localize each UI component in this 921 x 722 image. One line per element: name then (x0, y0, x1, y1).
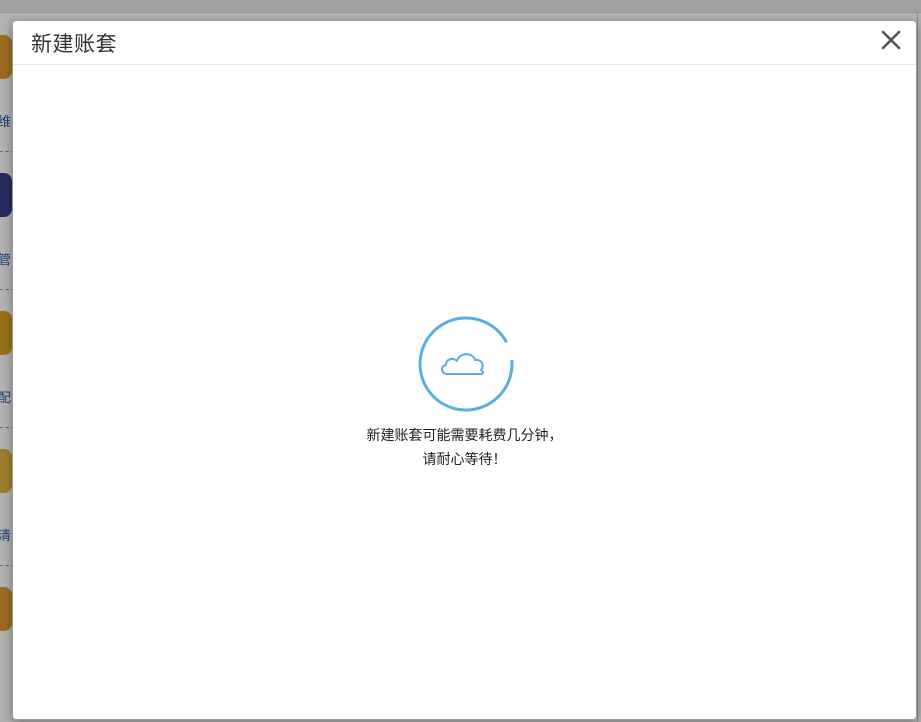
loading-message-line2: 请耐心等待！ (422, 452, 507, 468)
loading-message-line1: 新建账套可能需要耗费几分钟， (366, 428, 563, 444)
loading-area: 新建账套可能需要耗费几分钟， 请耐心等待！ (13, 65, 916, 719)
loading-message: 新建账套可能需要耗费几分钟， 请耐心等待！ (13, 424, 916, 472)
new-account-set-dialog: 新建账套 新建账套可能需要耗费几分钟， 请耐心等待！ (12, 20, 917, 720)
dialog-title: 新建账套 (31, 32, 117, 56)
cloud-icon (441, 353, 485, 375)
loading-spinner (417, 315, 515, 413)
close-icon[interactable] (880, 29, 902, 51)
dialog-header: 新建账套 (13, 21, 916, 65)
